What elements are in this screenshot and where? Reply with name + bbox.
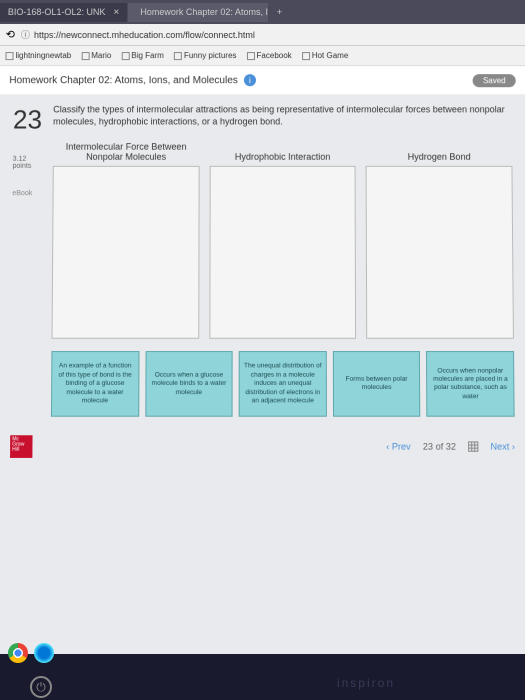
close-icon[interactable]: ×	[113, 6, 119, 17]
points-label: points	[13, 163, 53, 170]
info-icon[interactable]: i	[244, 74, 256, 86]
bookmarks-bar: lightningnewtab Mario Big Farm Funny pic…	[0, 46, 525, 66]
saved-badge: Saved	[473, 74, 516, 87]
grid-icon[interactable]	[468, 442, 478, 452]
tab-title: Homework Chapter 02: Atoms, Io	[140, 7, 268, 17]
page-icon	[302, 52, 310, 60]
position-indicator: 23 of 32	[423, 442, 456, 452]
bookmark-item[interactable]: lightningnewtab	[5, 51, 71, 60]
draggable-card[interactable]: Occurs when a glucose molecule binds to …	[145, 351, 233, 417]
points-value: 3.12	[13, 156, 53, 163]
dropzone-hydrophobic[interactable]	[209, 166, 356, 339]
dropzone-label: Hydrophobic Interaction	[209, 138, 356, 166]
question-prompt: Classify the types of intermolecular att…	[53, 104, 512, 128]
bookmark-item[interactable]: Hot Game	[302, 51, 349, 60]
assignment-title: Homework Chapter 02: Atoms, Ions, and Mo…	[9, 75, 238, 86]
power-button: ⏻	[30, 676, 52, 698]
draggable-card[interactable]: The unequal distribution of charges in a…	[239, 351, 327, 417]
bookmark-item[interactable]: Mario	[81, 51, 111, 60]
browser-tab-bar: BIO-168-OL1-OL2: UNK × Homework Chapter …	[0, 0, 525, 24]
laptop-brand: inspiron	[337, 676, 395, 690]
page-icon	[174, 52, 182, 60]
dropzone-hydrogen-bond[interactable]	[366, 166, 514, 339]
dropzone-nonpolar[interactable]	[52, 166, 200, 339]
page-icon	[121, 52, 129, 60]
page-icon	[5, 52, 13, 60]
prev-button[interactable]: ‹ Prev	[386, 442, 410, 452]
dropzone-label: Hydrogen Bond	[366, 138, 513, 166]
chrome-icon[interactable]	[8, 643, 28, 663]
tab-title: BIO-168-OL1-OL2: UNK	[8, 7, 106, 17]
question-sidebar: 23 3.12 points eBook	[10, 104, 53, 417]
bookmark-item[interactable]: Facebook	[247, 51, 292, 60]
draggable-card[interactable]: An example of a function of this type of…	[51, 351, 139, 417]
mcgraw-hill-logo[interactable]: Mc Graw Hill	[10, 436, 33, 459]
bookmark-item[interactable]: Big Farm	[121, 51, 164, 60]
dropzone-row: Intermolecular Force Between Nonpolar Mo…	[52, 138, 514, 339]
card-tray: An example of a function of this type of…	[51, 351, 515, 417]
ebook-link[interactable]: eBook	[12, 190, 52, 197]
draggable-card[interactable]: Forms between polar molecules	[333, 351, 421, 417]
bookmark-item[interactable]: Funny pictures	[174, 51, 237, 60]
dropzone-label: Intermolecular Force Between Nonpolar Mo…	[53, 138, 200, 166]
page-icon	[247, 52, 255, 60]
page-content: Homework Chapter 02: Atoms, Ions, and Mo…	[0, 66, 525, 466]
new-tab-button[interactable]: +	[269, 7, 289, 17]
secure-icon[interactable]: ⓘ	[21, 28, 30, 41]
browser-icon[interactable]	[34, 643, 54, 663]
question-footer: Mc Graw Hill ‹ Prev 23 of 32 Next ›	[0, 427, 525, 466]
next-button[interactable]: Next ›	[490, 442, 514, 452]
os-taskbar	[0, 640, 525, 666]
url-text[interactable]: https://newconnect.mheducation.com/flow/…	[34, 30, 255, 40]
page-icon	[81, 52, 89, 60]
reload-icon[interactable]: ⟲	[6, 28, 15, 41]
question-number: 23	[13, 104, 53, 135]
address-bar: ⟲ ⓘ https://newconnect.mheducation.com/f…	[0, 24, 525, 46]
draggable-card[interactable]: Occurs when nonpolar molecules are place…	[426, 351, 514, 417]
browser-tab[interactable]: BIO-168-OL1-OL2: UNK ×	[0, 2, 127, 21]
browser-tab[interactable]: Homework Chapter 02: Atoms, Io ×	[128, 2, 268, 21]
assignment-header: Homework Chapter 02: Atoms, Ions, and Mo…	[0, 66, 525, 94]
